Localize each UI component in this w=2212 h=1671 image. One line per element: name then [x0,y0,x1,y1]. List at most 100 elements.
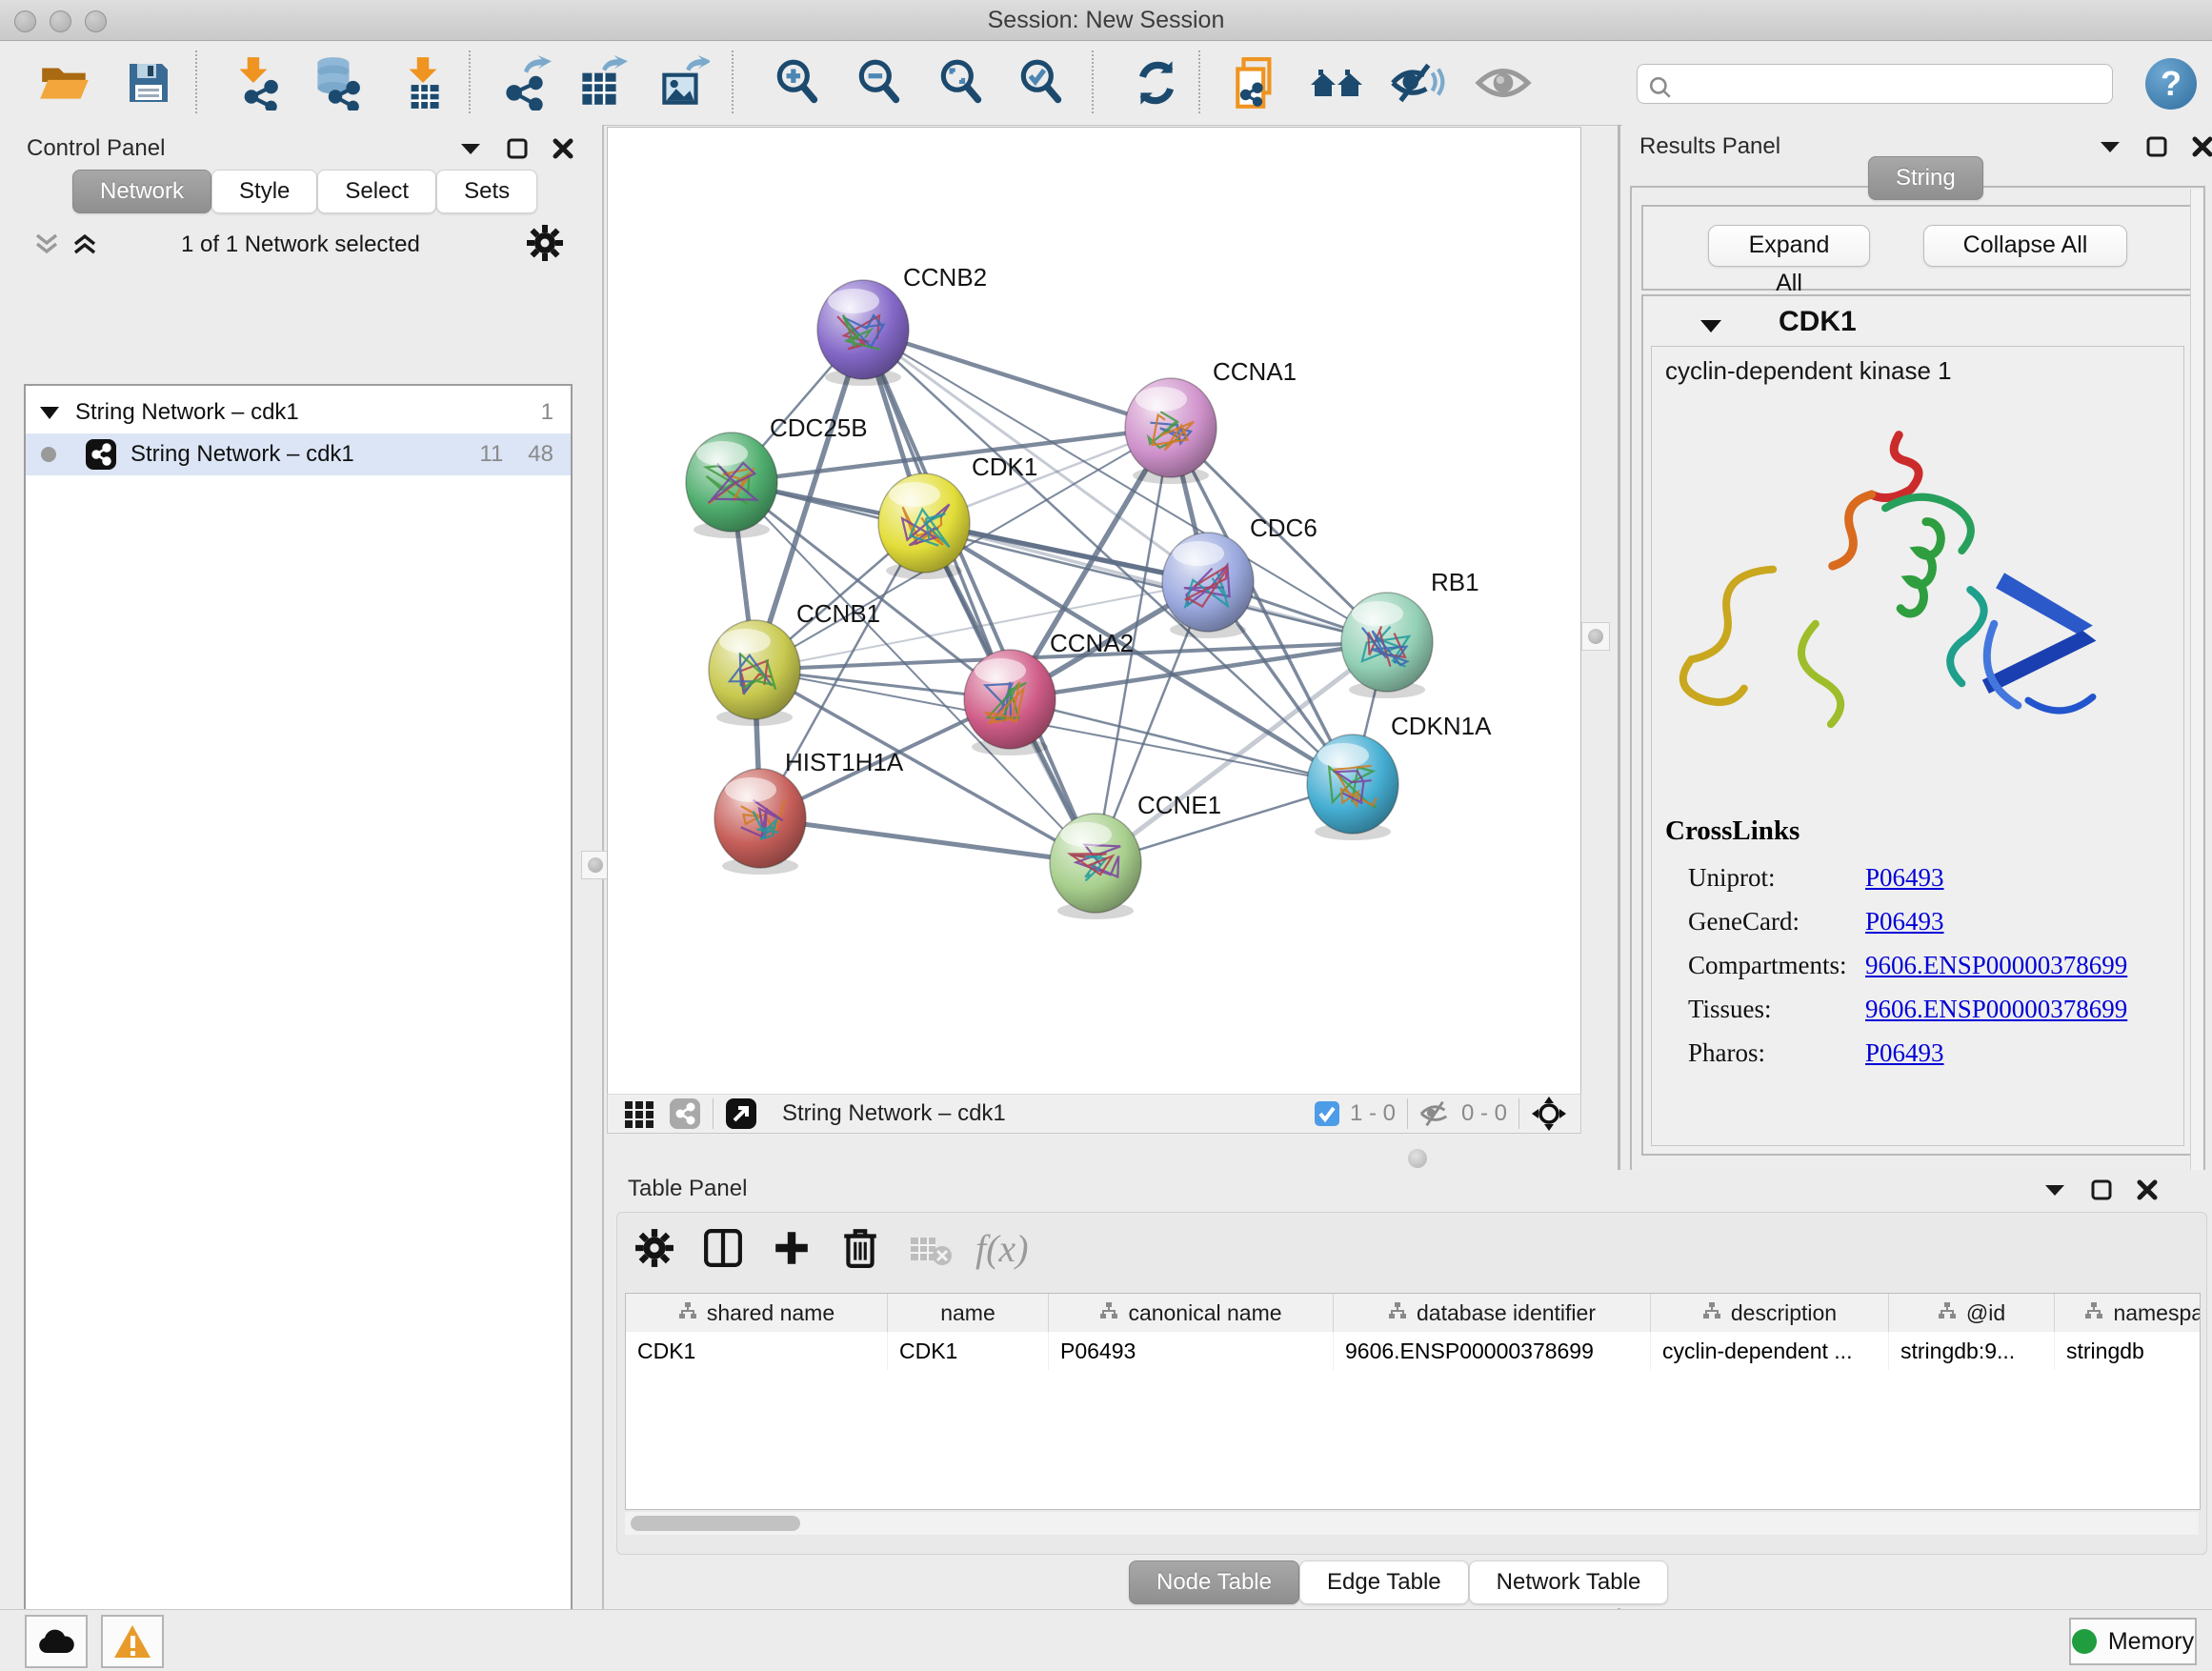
table-row[interactable]: CDK1CDK1P064939606.ENSP00000378699cyclin… [626,1332,2200,1370]
show-columns-icon[interactable] [703,1228,743,1268]
gene-expander-icon[interactable] [1699,317,1723,334]
delete-column-trash-icon[interactable] [840,1226,880,1268]
right-splitter-handle[interactable] [1581,622,1610,651]
save-session-button[interactable] [120,54,177,111]
node-label: HIST1H1A [785,748,904,776]
collapse-all-icon[interactable] [32,230,61,258]
panel-menu-icon[interactable] [459,141,482,156]
crosslink-link[interactable]: 9606.ENSP00000378699 [1865,995,2127,1024]
float-panel-icon[interactable] [2091,1179,2112,1200]
crosslink-link[interactable]: 9606.ENSP00000378699 [1865,951,2127,980]
crosslink-link[interactable]: P06493 [1865,907,1944,936]
open-session-button[interactable] [36,54,93,111]
hide-selected-button[interactable] [1389,54,1446,111]
crosslink-link[interactable]: P06493 [1865,863,1944,893]
table-cell[interactable]: cyclin-dependent ... [1651,1332,1889,1370]
column-header-name[interactable]: name [888,1294,1049,1332]
expand-all-button[interactable]: Expand All [1708,225,1870,267]
network-grid-view-icon[interactable] [623,1097,655,1130]
panel-menu-icon[interactable] [2043,1182,2066,1198]
add-column-icon[interactable] [772,1228,812,1268]
birdseye-crosshair-icon[interactable] [1531,1096,1567,1132]
zoom-fit-button[interactable] [934,54,991,111]
close-panel-icon[interactable] [553,138,573,159]
import-network-file-button[interactable] [227,54,284,111]
float-panel-icon[interactable] [507,138,528,159]
network-options-gear-icon[interactable] [526,224,564,262]
network-edge[interactable] [863,330,1096,863]
export-table-button[interactable] [572,54,629,111]
float-panel-icon[interactable] [2146,136,2167,157]
network-node-ccnb2[interactable] [817,280,909,386]
tab-node-table[interactable]: Node Table [1129,1560,1299,1604]
title-bar[interactable]: Session: New Session [0,0,2212,41]
network-node-rb1[interactable] [1341,593,1433,698]
network-node-cdc6[interactable] [1162,533,1254,638]
expand-all-icon[interactable] [70,230,99,258]
table-cell[interactable]: stringdb [2055,1332,2201,1370]
network-edge[interactable] [760,818,1096,863]
apply-style-refresh-button[interactable] [1128,54,1185,111]
table-cell[interactable]: P06493 [1049,1332,1334,1370]
left-splitter-handle[interactable] [581,851,610,879]
network-edge[interactable] [863,330,1171,428]
table-cell[interactable]: CDK1 [888,1332,1049,1370]
memory-button[interactable]: Memory [2069,1618,2197,1665]
table-hscrollbar[interactable] [625,1512,2199,1535]
zoom-out-button[interactable] [852,54,909,111]
network-node-ccna1[interactable] [1125,378,1217,484]
export-image-button[interactable] [654,54,711,111]
table-cell[interactable]: stringdb:9... [1889,1332,2055,1370]
panel-menu-icon[interactable] [2099,139,2122,154]
node-table[interactable]: shared namenamecanonical namedatabase id… [625,1293,2201,1510]
network-node-hist1h1a[interactable] [714,769,806,875]
tab-sets[interactable]: Sets [436,170,537,213]
network-share-view-icon[interactable] [669,1097,701,1130]
import-table-file-button[interactable] [394,54,452,111]
tab-select[interactable]: Select [317,170,436,213]
zoom-in-button[interactable] [770,54,827,111]
network-node-ccne1[interactable] [1050,814,1141,919]
help-button[interactable]: ? [2145,58,2197,110]
warnings-button[interactable] [101,1615,164,1668]
node-label: CCNA1 [1213,357,1297,386]
tab-network-table[interactable]: Network Table [1469,1560,1669,1604]
column-header-namespac[interactable]: namespac [2055,1294,2201,1332]
crosslink-link[interactable]: P06493 [1865,1038,1944,1068]
network-node-ccnb1[interactable] [709,620,800,726]
tree-expander-icon[interactable] [39,405,60,420]
column-header-canonical-name[interactable]: canonical name [1049,1294,1334,1332]
horizontal-splitter-handle[interactable] [1408,1149,1427,1168]
results-scrollbar[interactable] [2190,190,2202,1173]
export-network-button[interactable] [495,54,553,111]
close-panel-icon[interactable] [2192,136,2212,157]
first-neighbors-button[interactable] [1309,54,1366,111]
tab-style[interactable]: Style [211,170,317,213]
zoom-selected-button[interactable] [1014,54,1071,111]
column-header-shared-name[interactable]: shared name [626,1294,888,1332]
collapse-all-button[interactable]: Collapse All [1923,225,2127,267]
column-header-database-identifier[interactable]: database identifier [1334,1294,1651,1332]
tab-network[interactable]: Network [72,170,211,213]
show-all-button[interactable] [1475,54,1532,111]
tab-edge-table[interactable]: Edge Table [1299,1560,1469,1604]
search-input[interactable] [1637,64,2113,104]
clone-network-button[interactable] [1229,54,1286,111]
table-cell[interactable]: 9606.ENSP00000378699 [1334,1332,1651,1370]
tab-string[interactable]: String [1868,156,1983,200]
table-settings-gear-icon[interactable] [634,1228,674,1268]
network-collection-row[interactable]: String Network – cdk1 1 [26,392,571,433]
table-hscrollbar-thumb[interactable] [631,1516,800,1531]
network-node-cdkn1a[interactable] [1307,735,1398,840]
import-network-database-button[interactable] [307,54,364,111]
close-panel-icon[interactable] [2137,1179,2158,1200]
network-node-cdc25b[interactable] [686,433,777,538]
network-graph[interactable]: CCNB2CCNA1CDC25BCDK1CDC6RB1CCNB1CCNA2CDK… [608,128,1580,1095]
table-cell[interactable]: CDK1 [626,1332,888,1370]
column-header-description[interactable]: description [1651,1294,1889,1332]
network-row[interactable]: String Network – cdk1 11 48 [26,433,571,475]
column-header--id[interactable]: @id [1889,1294,2055,1332]
detach-view-icon[interactable] [725,1097,757,1130]
network-canvas[interactable]: CCNB2CCNA1CDC25BCDK1CDC6RB1CCNB1CCNA2CDK… [607,127,1581,1096]
cloud-status-button[interactable] [25,1615,88,1668]
